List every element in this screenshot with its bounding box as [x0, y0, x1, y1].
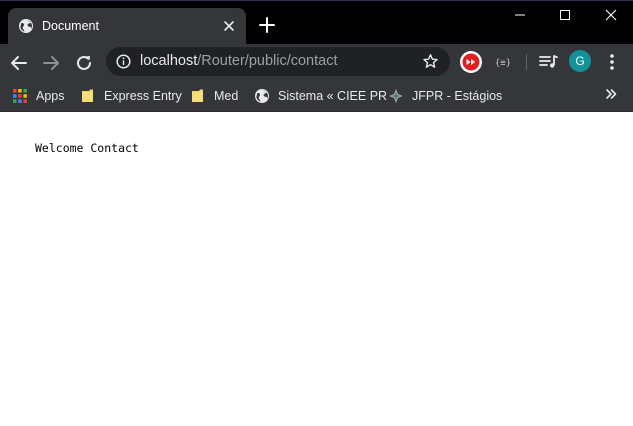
- welcome-text: Welcome Contact: [35, 141, 139, 155]
- bookmark-label: Apps: [36, 89, 65, 103]
- jfpr-icon: [389, 89, 403, 103]
- bookmark-star-icon[interactable]: [422, 53, 439, 70]
- bookmark-label: JFPR - Estágios: [412, 89, 503, 103]
- browser-menu-icon[interactable]: [603, 52, 621, 72]
- bookmark-sistema-ciee[interactable]: Sistema « CIEE PR: [254, 85, 387, 107]
- bookmark-express-entry[interactable]: Express Entry: [80, 85, 182, 107]
- page-content: Welcome Contact: [0, 112, 633, 426]
- url-path: /Router/public/contact: [197, 53, 338, 69]
- browser-tab[interactable]: Document: [8, 8, 246, 44]
- toolbar-divider: [526, 54, 527, 70]
- close-icon[interactable]: [588, 0, 633, 30]
- toolbar: localhost/Router/public/contact {≡}: [0, 44, 633, 80]
- site-info-icon[interactable]: [116, 54, 131, 69]
- folder-icon: [192, 89, 203, 102]
- forward-arrow-icon[interactable]: [40, 52, 62, 74]
- profile-avatar[interactable]: G: [569, 50, 591, 72]
- bookmarks-bar: Apps Express Entry Med Sistema « CIEE PR…: [0, 80, 633, 112]
- bookmark-med[interactable]: Med: [190, 85, 238, 107]
- bookmark-label: Express Entry: [104, 89, 182, 103]
- bookmark-jfpr[interactable]: JFPR - Estágios: [388, 85, 502, 107]
- url-host: localhost: [140, 53, 198, 69]
- more-bookmarks-chevron-icon[interactable]: [603, 86, 619, 102]
- tab-title: Document: [42, 19, 99, 33]
- folder-icon: [82, 89, 93, 102]
- media-queue-icon[interactable]: [537, 50, 561, 74]
- json-formatter-extension-icon[interactable]: {≡}: [491, 50, 515, 74]
- new-tab-plus-icon[interactable]: [258, 16, 276, 34]
- url-text: localhost/Router/public/contact: [140, 53, 337, 70]
- back-arrow-icon[interactable]: [8, 52, 30, 74]
- svg-text:{≡}: {≡}: [495, 59, 511, 69]
- close-tab-icon[interactable]: [221, 18, 237, 34]
- address-bar[interactable]: localhost/Router/public/contact: [106, 47, 450, 76]
- globe-icon: [19, 19, 33, 33]
- apps-grid-icon: [13, 89, 27, 103]
- maximize-icon[interactable]: [542, 0, 588, 30]
- reload-icon[interactable]: [73, 52, 95, 74]
- bookmark-label: Sistema « CIEE PR: [278, 89, 388, 103]
- minimize-icon[interactable]: [497, 0, 543, 30]
- youtube-extension-icon[interactable]: [459, 50, 483, 74]
- globe-icon: [255, 89, 269, 103]
- bookmark-label: Med: [214, 89, 239, 103]
- title-bar: Document: [0, 0, 633, 44]
- bookmark-apps[interactable]: Apps: [12, 85, 65, 107]
